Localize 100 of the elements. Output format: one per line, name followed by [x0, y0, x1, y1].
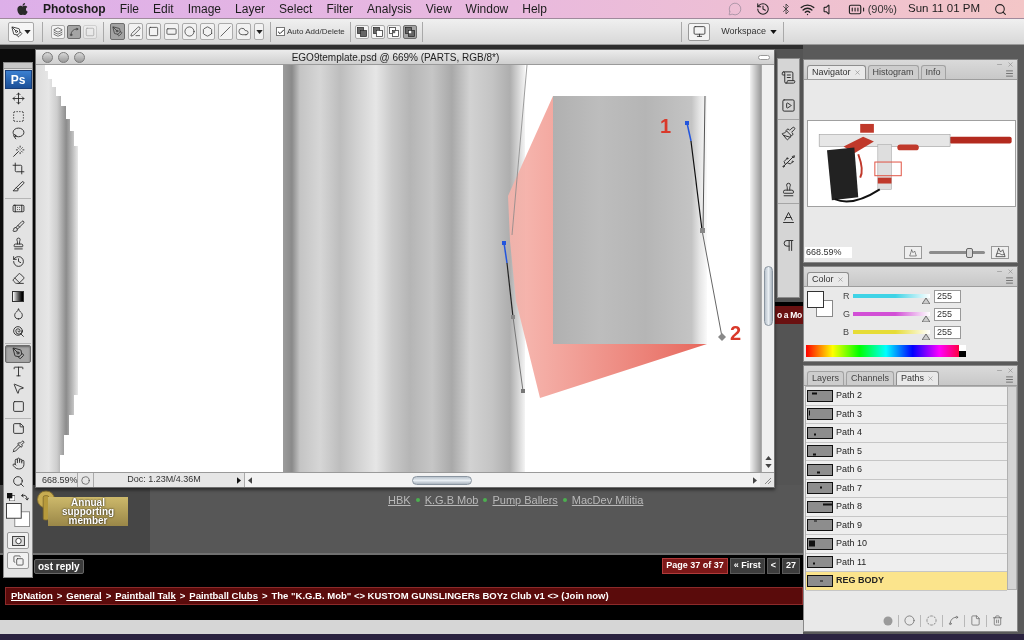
panel-tab[interactable]: Channels	[846, 371, 895, 385]
quick-mask-button[interactable]	[7, 532, 29, 549]
menu-item[interactable]: Edit	[153, 0, 174, 18]
minimize-button[interactable]	[58, 51, 69, 63]
screen-mode-button[interactable]	[7, 552, 29, 569]
page-link[interactable]: 27	[782, 558, 800, 574]
page-link[interactable]: <	[766, 558, 780, 574]
default-colors-icon[interactable]	[7, 493, 15, 501]
page-icon[interactable]	[970, 615, 981, 626]
path-row[interactable]: REG BODY	[806, 572, 1007, 591]
search-icon[interactable]	[994, 2, 1007, 16]
scrollbar-thumb[interactable]	[412, 475, 472, 485]
menu-item[interactable]: View	[425, 0, 452, 18]
trash-icon[interactable]	[992, 615, 1003, 626]
checkbox[interactable]	[276, 27, 285, 36]
workspace-menu-button[interactable]: Workspace	[721, 24, 777, 39]
zoom-in-button[interactable]	[991, 246, 1009, 259]
menu-icon[interactable]	[1005, 375, 1014, 384]
shape-tool-button[interactable]	[128, 23, 143, 40]
shape-tool-button[interactable]	[200, 23, 215, 40]
page-link[interactable]: « First	[729, 558, 765, 574]
scrollbar-thumb[interactable]	[763, 266, 773, 326]
path-row[interactable]: Path 4	[806, 424, 1007, 443]
shape-tool-button[interactable]	[218, 23, 233, 40]
right-arrow-icon[interactable]	[753, 476, 757, 484]
mode-button[interactable]	[51, 24, 65, 39]
scroll-icon[interactable]	[781, 70, 796, 85]
shape-options-button[interactable]	[254, 23, 264, 40]
zoom-slider-track[interactable]	[929, 247, 985, 258]
circle-icon[interactable]	[904, 615, 915, 626]
channel-slider-track[interactable]	[853, 311, 930, 322]
slider-thumb[interactable]	[965, 247, 973, 258]
swap-arrow-icon[interactable]	[21, 493, 29, 501]
down-arrow-icon[interactable]	[764, 464, 772, 468]
channel-value-field[interactable]: 255	[934, 308, 961, 321]
panel-tab[interactable]: Histogram	[867, 65, 919, 79]
club-link[interactable]: HBK	[388, 492, 411, 509]
path-row[interactable]: Path 8	[806, 498, 1007, 517]
file-browser-button[interactable]	[688, 22, 711, 41]
menu-item[interactable]: Analysis	[367, 0, 412, 18]
curve-icon[interactable]	[948, 615, 959, 626]
panel-tab[interactable]: Layers	[807, 371, 844, 385]
panel-tab[interactable]: Paths	[896, 371, 940, 385]
resize-grip-icon[interactable]	[762, 475, 772, 485]
paintbrush-icon[interactable]	[781, 126, 796, 141]
club-link[interactable]: Pump Ballers	[492, 492, 558, 509]
channel-slider-track[interactable]	[853, 293, 930, 304]
path-operation-button[interactable]	[386, 24, 401, 39]
apple-icon[interactable]	[16, 2, 29, 16]
menu-icon[interactable]	[1005, 276, 1014, 285]
menu-item[interactable]: Image	[187, 0, 222, 18]
channel-slider-track[interactable]	[853, 329, 930, 340]
path-row[interactable]: Path 6	[806, 461, 1007, 480]
color-swatches-icon[interactable]	[807, 291, 833, 317]
zoom-button[interactable]	[74, 51, 85, 63]
shape-tool-button[interactable]	[182, 23, 197, 40]
path-row[interactable]: Path 2	[806, 387, 1007, 406]
vertical-scrollbar[interactable]	[761, 65, 774, 472]
toolbox-grip[interactable]	[4, 63, 32, 69]
menu-item[interactable]: Window	[465, 0, 509, 18]
club-link[interactable]: MacDev Militia	[571, 492, 644, 509]
club-link[interactable]: K.G.B Mob	[424, 492, 479, 509]
horizontal-scrollbar[interactable]	[244, 473, 760, 487]
shape-tool-button[interactable]	[236, 23, 251, 40]
up-arrow-icon[interactable]	[764, 456, 772, 460]
banner-link[interactable]: o a Mo	[776, 308, 803, 322]
path-operation-button[interactable]	[354, 24, 369, 39]
wifi-icon[interactable]	[799, 1, 815, 17]
color-swatches-icon[interactable]	[6, 503, 30, 527]
menu-item[interactable]: Select	[279, 0, 313, 18]
path-row[interactable]: Path 10	[806, 535, 1007, 554]
list-scrollbar[interactable]	[1008, 386, 1017, 590]
channel-value-field[interactable]: 255	[934, 326, 961, 339]
left-arrow-icon[interactable]	[248, 476, 252, 484]
panel-tab[interactable]: Navigator	[807, 65, 866, 79]
zoom-out-button[interactable]	[904, 246, 922, 259]
tool-preset-picker[interactable]	[8, 21, 34, 42]
stamp-icon[interactable]	[781, 182, 796, 197]
path-operation-button[interactable]	[370, 24, 385, 39]
toolbar-toggle-button[interactable]	[758, 54, 770, 60]
breadcrumb-link[interactable]: Paintball Talk	[115, 588, 176, 604]
zoom-level-field[interactable]: 668.59%	[36, 473, 78, 487]
post-reply-button[interactable]: ost reply	[34, 558, 84, 574]
shape-tool-button[interactable]	[146, 23, 161, 40]
panel-tab[interactable]: Info	[920, 65, 946, 79]
status-icon-button[interactable]	[78, 473, 94, 487]
letter-a-icon[interactable]	[781, 210, 796, 225]
mode-button[interactable]	[67, 24, 81, 39]
play-icon[interactable]	[781, 98, 796, 113]
close-button[interactable]	[42, 51, 53, 63]
panel-tab[interactable]: Color	[807, 272, 849, 286]
channel-value-field[interactable]: 255	[934, 290, 961, 303]
breadcrumb-link[interactable]: General	[66, 588, 102, 604]
pilcrow-icon[interactable]	[781, 238, 796, 253]
shape-tool-button[interactable]	[164, 23, 179, 40]
menu-icon[interactable]	[1005, 69, 1014, 78]
menu-item[interactable]: Filter	[326, 0, 354, 18]
zoom-level-field[interactable]: 668.59%	[805, 247, 852, 258]
shape-tool-button[interactable]	[110, 23, 125, 40]
color-spectrum-bar[interactable]	[806, 345, 966, 357]
